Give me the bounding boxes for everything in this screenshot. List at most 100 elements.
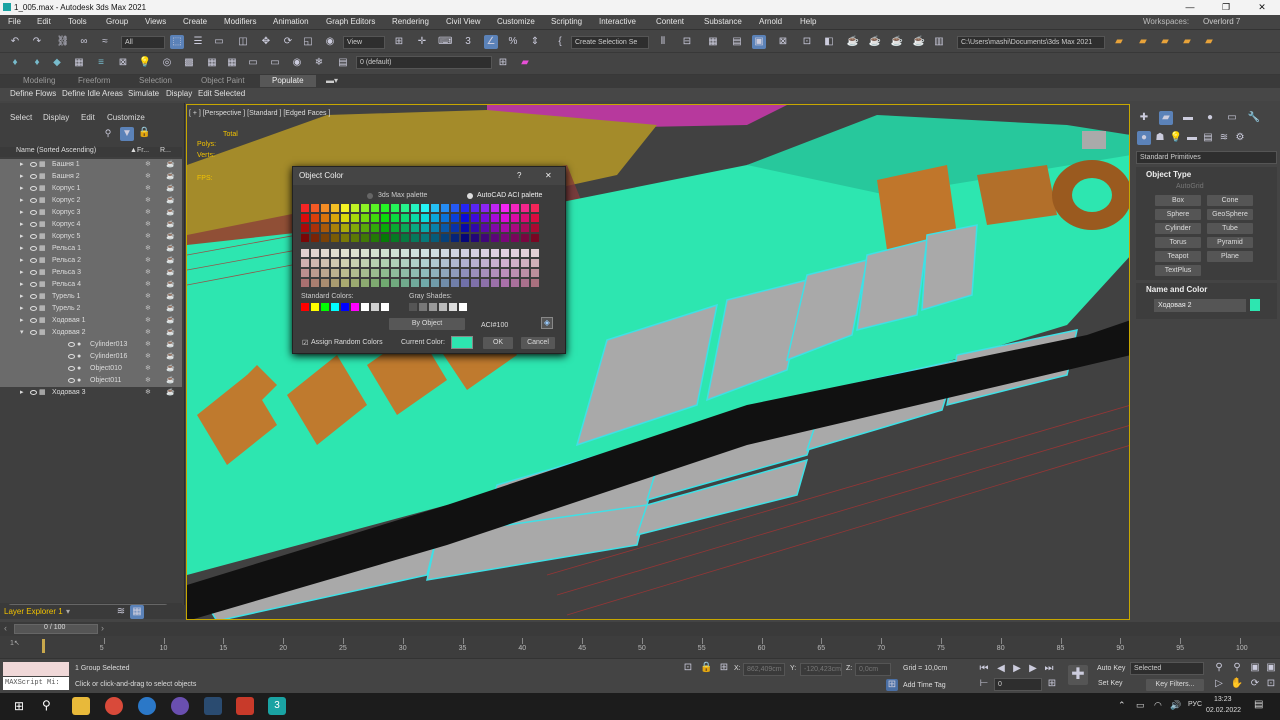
- windows-start-icon[interactable]: ⊞: [14, 699, 24, 713]
- snapshot-icon[interactable]: ⊠: [116, 56, 130, 70]
- pattern-icon[interactable]: ▦: [205, 56, 219, 70]
- minimize-button[interactable]: —: [1172, 0, 1208, 15]
- freeze-icon[interactable]: ❄: [145, 375, 151, 387]
- color-picker-icon[interactable]: ◈: [541, 317, 553, 329]
- scene-row[interactable]: ● Object011 ❄ ☕: [0, 375, 182, 387]
- select-manipulate-icon[interactable]: ✛: [415, 35, 429, 49]
- scene-row[interactable]: ● Cylinder013 ❄ ☕: [0, 339, 182, 351]
- scene-menu-edit[interactable]: Edit: [81, 113, 95, 122]
- col-render[interactable]: R...: [160, 147, 171, 154]
- scene-menu-display[interactable]: Display: [43, 113, 69, 122]
- expand-arrow-icon[interactable]: ▸: [20, 171, 24, 183]
- render-teapot-icon[interactable]: ☕: [166, 207, 175, 219]
- track-bar[interactable]: 1↖ 5 10 15 20 25 30 35 40 45 50 55 60 65 70 75 80 85 90 95…: [0, 638, 1280, 656]
- notifications-icon[interactable]: ▤: [1254, 699, 1263, 710]
- render-teapot-icon[interactable]: ☕: [166, 303, 175, 315]
- visibility-eye-icon[interactable]: [68, 354, 75, 359]
- scene-menu-customize[interactable]: Customize: [107, 113, 145, 122]
- scene-row[interactable]: ▸ ▦ Рельса 4 ❄ ☕: [0, 279, 182, 291]
- by-object-button[interactable]: By Object: [389, 318, 465, 330]
- visibility-eye-icon[interactable]: [30, 258, 37, 263]
- bind-spacewarp-icon[interactable]: ≈: [98, 35, 112, 49]
- geometry-icon[interactable]: ●: [1137, 131, 1151, 145]
- current-color-swatch[interactable]: [451, 336, 473, 349]
- scene-row[interactable]: ▸ ▦ Башня 1 ❄ ☕: [0, 159, 182, 171]
- find-icon[interactable]: ⚲: [102, 127, 114, 139]
- scene-row[interactable]: ▸ ▦ Ходовая 1 ❄ ☕: [0, 315, 182, 327]
- visibility-eye-icon[interactable]: [30, 210, 37, 215]
- menu-views[interactable]: Views: [145, 17, 166, 26]
- scene-row[interactable]: ● Object010 ❄ ☕: [0, 363, 182, 375]
- menu-scripting[interactable]: Scripting: [551, 17, 582, 26]
- ribbon-edit-selected[interactable]: Edit Selected: [198, 89, 245, 98]
- select-by-name-icon[interactable]: ☰: [191, 35, 205, 49]
- expand-arrow-icon[interactable]: ▸: [20, 315, 24, 327]
- col-name[interactable]: Name (Sorted Ascending): [16, 147, 96, 154]
- menu-tools[interactable]: Tools: [68, 17, 87, 26]
- box-button[interactable]: Box: [1155, 195, 1201, 206]
- render-teapot-icon[interactable]: ☕: [166, 183, 175, 195]
- snaps-toggle-icon[interactable]: 3: [461, 35, 475, 49]
- render-iterative-icon[interactable]: ☕: [912, 35, 926, 49]
- visibility-eye-icon[interactable]: [30, 330, 37, 335]
- clone-icon[interactable]: ◆: [50, 56, 64, 70]
- visibility-eye-icon[interactable]: [30, 198, 37, 203]
- viewport-label[interactable]: [ + ] [Perspective ] [Standard ] [Edged …: [189, 110, 330, 117]
- eye-icon[interactable]: ◉: [290, 56, 304, 70]
- tab-selection[interactable]: Selection: [139, 76, 172, 85]
- render-teapot-icon[interactable]: ☕: [166, 339, 175, 351]
- menu-help[interactable]: Help: [800, 17, 816, 26]
- snow-icon[interactable]: ❄: [312, 56, 326, 70]
- tube-button[interactable]: Tube: [1207, 223, 1253, 234]
- freeze-icon[interactable]: ❄: [145, 183, 151, 195]
- link-icon[interactable]: ⛓: [56, 35, 70, 49]
- hierarchy-tab-icon[interactable]: ▬: [1181, 111, 1195, 125]
- search-icon[interactable]: ⚲: [42, 698, 51, 712]
- cylinder-button[interactable]: Cylinder: [1155, 223, 1201, 234]
- scene-row[interactable]: ▸ ▦ Башня 2 ❄ ☕: [0, 171, 182, 183]
- freeze-icon[interactable]: ❄: [145, 387, 151, 399]
- circle-icon[interactable]: ◎: [160, 56, 174, 70]
- freeze-icon[interactable]: ❄: [145, 195, 151, 207]
- tab-modeling[interactable]: Modeling: [23, 76, 55, 85]
- plane-button[interactable]: Plane: [1207, 251, 1253, 262]
- render-teapot-icon[interactable]: ☕: [166, 219, 175, 231]
- geosphere-button[interactable]: GeoSphere: [1207, 209, 1253, 220]
- time-config-icon[interactable]: ⊞: [1046, 678, 1058, 690]
- render-teapot-icon[interactable]: ☕: [166, 159, 175, 171]
- pyramid-button[interactable]: Pyramid: [1207, 237, 1253, 248]
- menu-arnold[interactable]: Arnold: [759, 17, 782, 26]
- array-icon[interactable]: ▦: [72, 56, 86, 70]
- expand-arrow-icon[interactable]: ▸: [20, 267, 24, 279]
- select-object-icon[interactable]: ⬚: [170, 35, 184, 49]
- folder-new-icon[interactable]: ▰: [1202, 35, 1216, 49]
- menu-modifiers[interactable]: Modifiers: [224, 17, 256, 26]
- project-folder-icon[interactable]: ▰: [1112, 35, 1126, 49]
- goto-start-icon[interactable]: ⏮: [977, 662, 991, 676]
- angle-snap-icon[interactable]: ∠: [484, 35, 498, 49]
- zoom-icon[interactable]: ⚲: [1212, 661, 1226, 675]
- visibility-eye-icon[interactable]: [68, 342, 75, 347]
- sphere-button[interactable]: Sphere: [1155, 209, 1201, 220]
- render-teapot-icon[interactable]: ☕: [166, 291, 175, 303]
- freeze-icon[interactable]: ❄: [145, 339, 151, 351]
- visibility-eye-icon[interactable]: [68, 366, 75, 371]
- unlink-icon[interactable]: ∞: [77, 35, 91, 49]
- key-mode-icon[interactable]: ⊢: [978, 678, 990, 690]
- undo-icon[interactable]: ↶: [8, 35, 22, 49]
- folder-icon[interactable]: ▰: [1158, 35, 1172, 49]
- keyboard-shortcut-icon[interactable]: ⌨: [438, 35, 452, 49]
- freeze-icon[interactable]: ❄: [145, 171, 151, 183]
- ribbon-define-idle-areas[interactable]: Define Idle Areas: [62, 89, 123, 98]
- menu-civil-view[interactable]: Civil View: [446, 17, 481, 26]
- visibility-eye-icon[interactable]: [30, 186, 37, 191]
- render-teapot-icon[interactable]: ☕: [166, 243, 175, 255]
- material-editor-icon[interactable]: ◧: [822, 35, 836, 49]
- zoom-extents-all-icon[interactable]: ▣: [1264, 661, 1278, 675]
- pin-icon[interactable]: ♦: [8, 56, 22, 70]
- render-teapot-icon[interactable]: ☕: [166, 315, 175, 327]
- freeze-icon[interactable]: ❄: [145, 219, 151, 231]
- menu-customize[interactable]: Customize: [497, 17, 535, 26]
- render-teapot-icon[interactable]: ☕: [166, 279, 175, 291]
- helpers-icon[interactable]: ▤: [1201, 131, 1215, 145]
